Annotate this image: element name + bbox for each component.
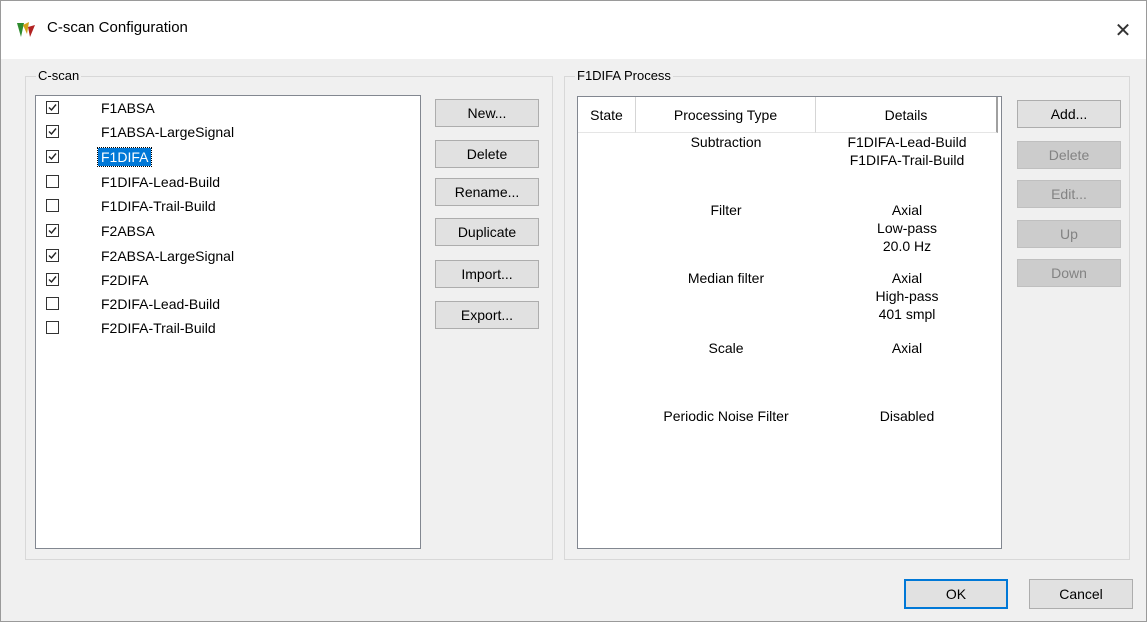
list-item-label: F2ABSA: [101, 223, 155, 239]
list-item-label: F1DIFA: [96, 147, 153, 167]
list-item[interactable]: F1DIFA-Trail-Build: [36, 194, 420, 218]
checkbox[interactable]: [46, 101, 59, 114]
checkbox[interactable]: [46, 297, 59, 310]
up-button[interactable]: Up: [1017, 220, 1121, 248]
details-line: F1DIFA-Trail-Build: [849, 152, 965, 168]
list-item[interactable]: F2ABSA: [36, 219, 420, 243]
checkbox[interactable]: [46, 175, 59, 188]
details-cell: F1DIFA-Lead-Build F1DIFA-Trail-Build: [816, 133, 998, 169]
add-button[interactable]: Add...: [1017, 100, 1121, 128]
dialog-window: C-scan Configuration ✕ C-scan F1ABSA F1AB…: [0, 0, 1147, 622]
list-item-label: F2DIFA-Lead-Build: [101, 296, 221, 312]
export-button[interactable]: Export...: [435, 301, 539, 329]
list-item-label: F2DIFA-Trail-Build: [101, 320, 216, 336]
list-item-label: F2DIFA: [101, 272, 149, 288]
delete-process-button[interactable]: Delete: [1017, 141, 1121, 169]
list-item[interactable]: F2DIFA: [36, 268, 420, 292]
details-line: Low-pass: [877, 220, 937, 236]
cscan-listbox[interactable]: F1ABSA F1ABSA-LargeSignal F1DIFA F1DIFA-Lea…: [35, 95, 421, 549]
list-item[interactable]: F1DIFA: [36, 145, 420, 169]
list-item-label: F1DIFA-Trail-Build: [101, 198, 216, 214]
processing-type-cell: Median filter: [687, 270, 765, 286]
edit-button[interactable]: Edit...: [1017, 180, 1121, 208]
checkbox[interactable]: [46, 224, 59, 237]
list-item[interactable]: F1ABSA-LargeSignal: [36, 120, 420, 144]
process-table[interactable]: State Processing Type Details Subtractio…: [577, 96, 1002, 549]
title-bar[interactable]: C-scan Configuration ✕: [1, 1, 1146, 59]
checkbox[interactable]: [46, 273, 59, 286]
import-button[interactable]: Import...: [435, 260, 539, 288]
list-item[interactable]: F2DIFA-Lead-Build: [36, 292, 420, 316]
list-item[interactable]: F2ABSA-LargeSignal: [36, 244, 420, 268]
processing-type-cell: Scale: [708, 340, 744, 356]
details-cell: Axial Low-pass 20.0 Hz: [816, 201, 998, 255]
checkbox[interactable]: [46, 150, 59, 163]
dialog-content: C-scan F1ABSA F1ABSA-LargeSignal F1DIFA F1D…: [1, 59, 1146, 621]
details-line: 401 smpl: [878, 306, 936, 322]
processing-type-cell: Periodic Noise Filter: [663, 408, 789, 424]
cancel-button[interactable]: Cancel: [1029, 579, 1133, 609]
details-column-header[interactable]: Details: [816, 97, 998, 133]
details-line: Axial: [891, 202, 923, 218]
checkbox[interactable]: [46, 249, 59, 262]
process-group-label: F1DIFA Process: [575, 68, 673, 84]
details-line: Disabled: [879, 408, 935, 424]
state-column-header[interactable]: State: [578, 97, 636, 133]
cscan-group-label: C-scan: [36, 68, 82, 84]
list-item[interactable]: F1ABSA: [36, 96, 420, 120]
down-button[interactable]: Down: [1017, 259, 1121, 287]
details-line: Axial: [891, 270, 923, 286]
rename-button[interactable]: Rename...: [435, 178, 539, 206]
details-cell: Axial: [816, 339, 998, 357]
list-item[interactable]: F2DIFA-Trail-Build: [36, 316, 420, 340]
checkbox[interactable]: [46, 125, 59, 138]
checkbox[interactable]: [46, 199, 59, 212]
window-title: C-scan Configuration: [47, 19, 188, 36]
duplicate-button[interactable]: Duplicate: [435, 218, 539, 246]
details-line: F1DIFA-Lead-Build: [847, 134, 967, 150]
processing-type-cell: Filter: [710, 202, 742, 218]
delete-cscan-button[interactable]: Delete: [435, 140, 539, 168]
list-item-label: F1ABSA: [101, 100, 155, 116]
close-icon: ✕: [1114, 19, 1132, 42]
details-line: Axial: [891, 340, 923, 356]
close-button[interactable]: ✕: [1100, 1, 1146, 59]
app-icon: [17, 22, 35, 37]
list-item-label: F2ABSA-LargeSignal: [101, 248, 235, 264]
checkbox[interactable]: [46, 321, 59, 334]
details-line: 20.0 Hz: [882, 238, 932, 254]
ok-button[interactable]: OK: [904, 579, 1008, 609]
processing-type-column-header[interactable]: Processing Type: [636, 97, 816, 133]
details-cell: Axial High-pass 401 smpl: [816, 269, 998, 323]
details-line: High-pass: [875, 288, 939, 304]
processing-type-cell: Subtraction: [690, 134, 762, 150]
list-item-label: F1DIFA-Lead-Build: [101, 174, 221, 190]
list-item[interactable]: F1DIFA-Lead-Build: [36, 170, 420, 194]
new-button[interactable]: New...: [435, 99, 539, 127]
list-item-label: F1ABSA-LargeSignal: [101, 124, 235, 140]
details-cell: Disabled: [816, 407, 998, 425]
